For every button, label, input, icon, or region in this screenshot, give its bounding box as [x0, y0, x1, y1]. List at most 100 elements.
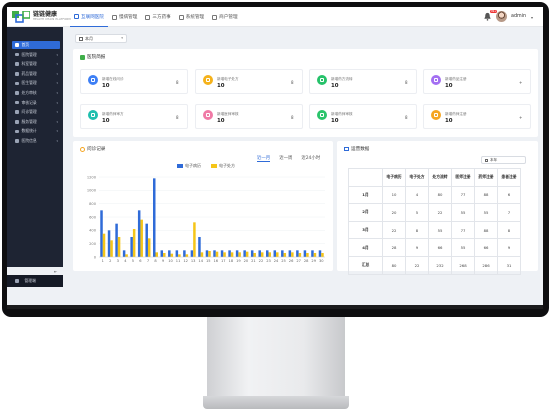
bar-series2 — [200, 252, 204, 257]
x-tick-label: 17 — [221, 259, 226, 263]
sidebar-item-0[interactable]: 首页 — [12, 41, 60, 49]
sidebar-item-2[interactable]: 科室管理 ▾ — [12, 60, 60, 68]
sidebar-item-9[interactable]: 数据统计 ▾ — [12, 127, 60, 135]
stat-extra: + — [519, 80, 523, 85]
stat-card[interactable]: 新增药品注册 10 + — [423, 69, 531, 94]
avatar[interactable] — [496, 11, 507, 22]
table-cell: 55 — [428, 220, 452, 240]
bell-icon[interactable] — [483, 12, 492, 21]
sidebar-item-4[interactable]: 医生管理 ▾ — [12, 79, 60, 87]
x-tick-label: 25 — [281, 259, 286, 263]
sidebar-item-5[interactable]: 处方审核 ▾ — [12, 89, 60, 97]
tab-2[interactable]: 近24小时 — [301, 155, 320, 162]
sidebar-item-7[interactable]: 问诊管理 ▾ — [12, 108, 60, 116]
sidebar-item-3[interactable]: 药品管理 ▾ — [12, 70, 60, 78]
bar-series2 — [223, 252, 226, 257]
chevron-down-icon: ▾ — [56, 100, 58, 105]
stat-card[interactable]: 新增药师注册 10 + — [423, 104, 531, 129]
sidebar-item-10[interactable]: 医院信息 ▾ — [12, 137, 60, 145]
x-tick-label: 30 — [319, 259, 324, 263]
bar-series1 — [122, 250, 126, 257]
overview-title-text: 医院简报 — [87, 55, 106, 60]
bar-series2 — [260, 252, 264, 257]
x-tick-label: 27 — [296, 259, 301, 263]
bar-series1 — [190, 250, 194, 257]
username[interactable]: admin — [511, 14, 526, 19]
stats-title: 运营数据 — [344, 146, 369, 152]
stat-icon — [431, 110, 441, 120]
tab-1[interactable]: 近一周 — [279, 155, 292, 162]
sidebar-item-8[interactable]: 服务管理 ▾ — [12, 118, 60, 126]
stat-card[interactable]: 新增药方流转 10 8 — [309, 69, 417, 94]
nav-item-0[interactable]: 互联网医院 — [70, 7, 108, 27]
nav-item-4[interactable]: 商户管理 — [208, 7, 241, 27]
stat-card[interactable]: 新增电子处方 10 8 — [195, 69, 303, 94]
table-cell: 88 — [474, 220, 498, 240]
table-cell: 7 — [497, 203, 521, 222]
monitor-base — [203, 396, 349, 409]
stat-icon — [88, 110, 98, 120]
menu-icon — [15, 91, 19, 95]
stat-extra: 8 — [291, 115, 294, 120]
records-title: 问诊记录 — [80, 146, 105, 152]
nav-item-1[interactable]: 慢病管理 — [108, 7, 141, 27]
row-header: 2月 — [348, 203, 383, 222]
bar-series2 — [283, 253, 287, 257]
sidebar-item-1[interactable]: 医院管理 ▾ — [12, 51, 60, 59]
x-tick-label: 29 — [311, 259, 316, 263]
sidebar-footer-label: 管理端 — [24, 278, 36, 283]
bar-series2 — [306, 253, 309, 257]
sidebar-item-label: 药品管理 — [21, 70, 37, 76]
nav-item-3[interactable]: 系统管理 — [175, 7, 208, 27]
table-header-row: 电子病历 电子处方 处方流转 医师注册 药师注册 患者注册 — [348, 168, 521, 187]
heart-icon — [111, 14, 117, 20]
tab-0[interactable]: 近一月 — [257, 155, 271, 162]
records-chart: 0200400600800100012001 2 3 4 5 6 7 8 9 10 11 12 13 14… — [87, 175, 325, 263]
stat-value: 10 — [217, 83, 225, 89]
x-tick-label: 21 — [251, 259, 256, 263]
row-header: 4月 — [348, 238, 383, 257]
bar-series2 — [238, 252, 241, 257]
year-select[interactable]: 本年 — [481, 156, 526, 164]
sidebar-item-label: 医院信息 — [21, 138, 37, 143]
stat-value: 10 — [102, 83, 110, 89]
nav-item-2[interactable]: 三方药事 — [141, 7, 174, 27]
stat-card[interactable]: 新增药师审方 10 8 — [80, 104, 188, 129]
bar-series2 — [102, 233, 106, 257]
table-cell: 9 — [497, 238, 521, 257]
bar-series2 — [253, 253, 256, 257]
sidebar-item-label: 服务管理 — [21, 118, 37, 124]
table-row: 1月 10 4 80 77 88 6 — [348, 185, 521, 205]
chevron-down-icon[interactable]: ▾ — [531, 15, 533, 20]
table-row: 4月 28 9 66 55 66 9 — [348, 238, 521, 257]
period-select[interactable]: 本月 ▾ — [75, 34, 127, 43]
table-row: 3月 22 8 55 77 88 8 — [348, 220, 521, 240]
bar-series2 — [276, 252, 279, 257]
chevron-down-icon: ▾ — [56, 139, 58, 143]
stat-label: 新增在线问诊 — [102, 77, 124, 81]
menu-icon — [15, 120, 19, 124]
stat-value: 10 — [102, 118, 110, 124]
bar-series2 — [298, 253, 302, 257]
stat-card[interactable]: 新增在线问诊 10 8 — [80, 69, 188, 94]
y-tick-label: 1200 — [87, 175, 97, 179]
top-header: 链链健康 HEALTH CHAIN PLATFORM 互联网医院 慢病管理 三方药事… — [7, 7, 543, 27]
x-tick-label: 26 — [289, 259, 294, 263]
collapse-icon[interactable]: ⇤ — [54, 269, 57, 274]
x-tick-label: 18 — [229, 259, 234, 263]
x-tick-label: 8 — [154, 259, 157, 263]
table-cell: 286 — [474, 255, 498, 275]
stat-extra: + — [519, 115, 523, 120]
table-cell: 66 — [474, 238, 498, 257]
table-row: 汇总 80 22 232 268 286 31 — [348, 255, 521, 275]
sidebar-footer[interactable]: 管理端 — [7, 275, 63, 287]
bar-series2 — [313, 253, 317, 257]
bar-series1 — [145, 223, 148, 257]
stat-card[interactable]: 新增药师审核 10 8 — [309, 104, 417, 129]
sidebar-item-label: 首页 — [21, 42, 30, 47]
sidebar-item-6[interactable]: 审核记录 ▾ — [12, 99, 60, 107]
stat-card[interactable]: 新增医师审核 10 8 — [195, 104, 303, 129]
monitor-stand — [207, 317, 345, 401]
table-cell: 22 — [382, 220, 406, 240]
table-cell: 77 — [451, 185, 475, 205]
